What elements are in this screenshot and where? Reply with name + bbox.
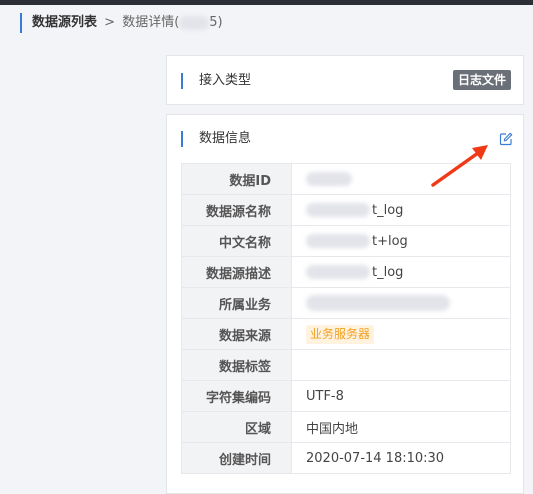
redacted-blur xyxy=(306,265,370,279)
table-row: 中文名称 t+log xyxy=(181,225,511,257)
breadcrumb-datasource-list[interactable]: 数据源列表 xyxy=(32,15,97,30)
table-row: 创建时间 2020-07-14 18:10:30 xyxy=(181,442,511,474)
row-key-created-time: 创建时间 xyxy=(181,442,292,474)
breadcrumb: 数据源列表 > 数据详情( 5) xyxy=(20,13,223,33)
row-key-region: 区域 xyxy=(181,411,292,443)
row-value-data-id xyxy=(291,163,511,195)
breadcrumb-separator: > xyxy=(104,15,116,30)
row-key-source-desc: 数据源描述 xyxy=(181,256,292,288)
row-value-data-origin: 业务服务器 xyxy=(291,318,511,350)
table-row: 数据源名称 t_log xyxy=(181,194,511,226)
row-key-charset: 字符集编码 xyxy=(181,380,292,412)
row-key-data-tags: 数据标签 xyxy=(181,349,292,381)
access-type-card: 接入类型 日志文件 xyxy=(166,55,524,105)
breadcrumb-detail: 数据详情( 5) xyxy=(122,15,222,30)
access-type-tag: 日志文件 xyxy=(452,70,511,90)
edit-icon[interactable] xyxy=(499,132,513,146)
data-origin-tag: 业务服务器 xyxy=(306,324,375,344)
row-key-chinese-name: 中文名称 xyxy=(181,225,292,257)
redacted-blur xyxy=(306,295,450,311)
row-key-source-name: 数据源名称 xyxy=(181,194,292,226)
row-key-business: 所属业务 xyxy=(181,287,292,319)
row-value-data-tags xyxy=(291,349,511,381)
row-value-source-name: t_log xyxy=(291,194,511,226)
row-value-source-desc: t_log xyxy=(291,256,511,288)
redacted-blur xyxy=(179,15,210,30)
data-info-card: 数据信息 数据ID 数据源名称 t_log 中文名称 t+log 数据源描述 t… xyxy=(166,114,524,494)
table-row: 字符集编码 UTF-8 xyxy=(181,380,511,412)
row-value-region: 中国内地 xyxy=(291,411,511,443)
source-name-text: t_log xyxy=(372,202,404,218)
redacted-blur xyxy=(306,234,370,248)
table-row: 所属业务 xyxy=(181,287,511,319)
breadcrumb-detail-prefix: 数据详情( xyxy=(122,15,180,30)
table-row: 数据来源 业务服务器 xyxy=(181,318,511,350)
table-row: 区域 中国内地 xyxy=(181,411,511,443)
redacted-blur xyxy=(306,172,352,186)
source-desc-text: t_log xyxy=(372,264,404,280)
row-key-data-origin: 数据来源 xyxy=(181,318,292,350)
chinese-name-text: t+log xyxy=(372,233,408,249)
row-key-data-id: 数据ID xyxy=(181,163,292,195)
redacted-blur xyxy=(306,203,370,217)
row-value-business xyxy=(291,287,511,319)
access-type-title: 接入类型 xyxy=(181,73,251,89)
table-row: 数据源描述 t_log xyxy=(181,256,511,288)
row-value-charset: UTF-8 xyxy=(291,380,511,412)
row-value-chinese-name: t+log xyxy=(291,225,511,257)
data-info-table: 数据ID 数据源名称 t_log 中文名称 t+log 数据源描述 t_log … xyxy=(181,163,511,474)
data-info-title: 数据信息 xyxy=(181,131,251,147)
table-row: 数据ID xyxy=(181,163,511,195)
top-bar xyxy=(0,0,533,5)
breadcrumb-detail-suffix: 5) xyxy=(209,15,223,30)
row-value-created-time: 2020-07-14 18:10:30 xyxy=(291,442,511,474)
table-row: 数据标签 xyxy=(181,349,511,381)
